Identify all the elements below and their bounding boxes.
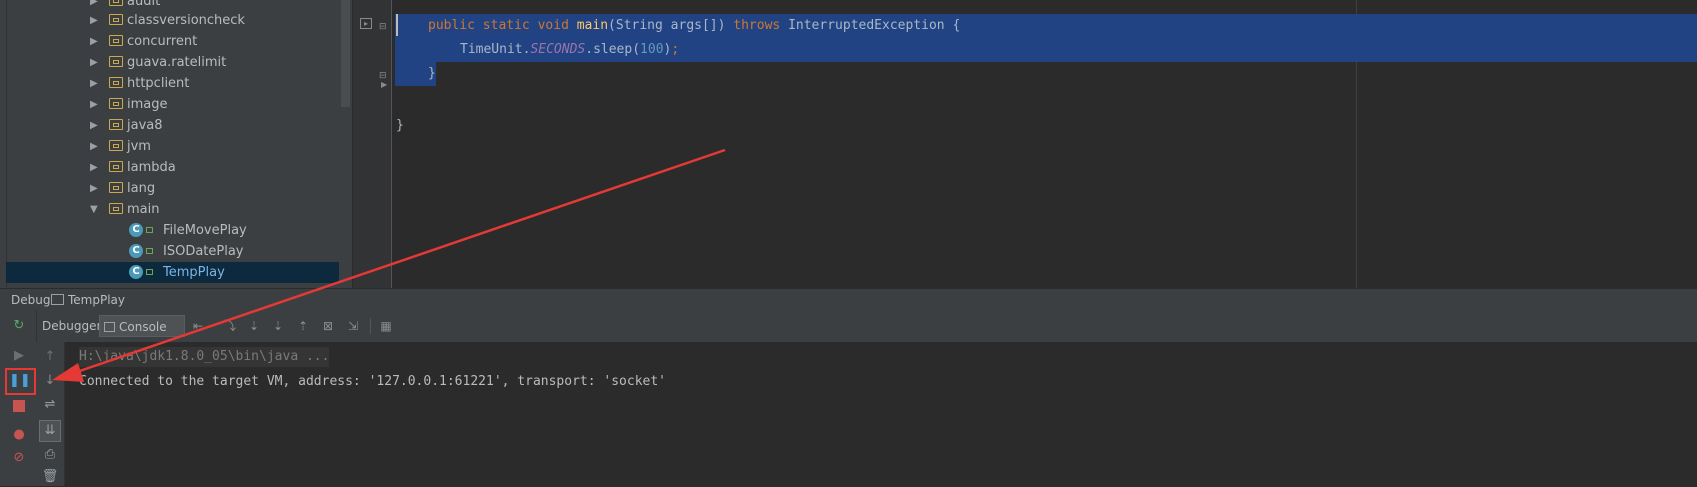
annotation-arrow-head	[52, 363, 84, 382]
annotation-arrow	[52, 148, 726, 382]
annotation-arrow-line	[67, 148, 726, 377]
